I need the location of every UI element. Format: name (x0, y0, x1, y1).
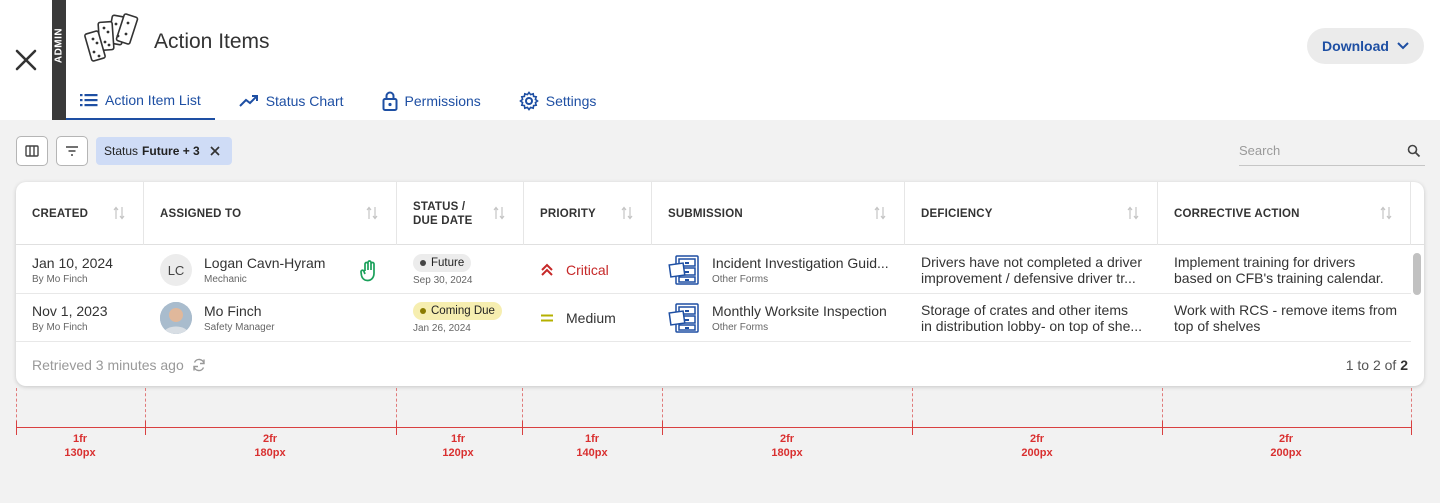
dimension-tick (16, 421, 17, 435)
priority-cell: Critical (524, 246, 652, 294)
admin-strip: ADMIN (52, 0, 66, 120)
admin-label: ADMIN (53, 27, 65, 64)
dimension-tick (145, 421, 146, 435)
column-header-status-due-date[interactable]: STATUS / DUE DATE (397, 182, 524, 245)
dimension-tick (522, 421, 523, 435)
column-header-created[interactable]: CREATED (16, 182, 144, 245)
tab-bar: Action Item List Status Chart Permission… (66, 82, 620, 120)
priority-cell: Medium (524, 294, 652, 342)
status-badge: Coming Due (413, 302, 502, 320)
column-header-deficiency[interactable]: DEFICIENCY (905, 182, 1158, 245)
search-icon[interactable] (1407, 144, 1421, 158)
sort-icon[interactable] (113, 205, 125, 221)
submission-cell[interactable]: Monthly Worksite Inspection Other Forms (652, 294, 905, 342)
column-dimension-label: 2fr 180px (254, 433, 286, 459)
status-badge: Future (413, 254, 472, 272)
retrieved-status: Retrieved 3 minutes ago (32, 357, 206, 373)
hand-raised-icon (360, 260, 375, 282)
column-dimension-label: 2fr 200px (1270, 433, 1302, 459)
table-footer: Retrieved 3 minutes ago 1 to 2 of 2 (16, 344, 1424, 386)
corrective-action-cell: Work with RCS - remove items from top of… (1174, 302, 1397, 334)
status-filter-chip[interactable]: Status Future + 3 (96, 137, 232, 165)
vertical-scrollbar[interactable] (1413, 253, 1421, 295)
avatar: LC (160, 254, 192, 286)
filter-icon (66, 146, 78, 156)
list-icon (80, 94, 98, 107)
gear-icon (518, 91, 539, 111)
app-header: ADMIN Action Items Download Action Item … (0, 0, 1440, 120)
trending-up-icon (238, 95, 258, 107)
tab-settings[interactable]: Settings (505, 82, 611, 120)
dimension-tick (1162, 421, 1163, 435)
sort-icon[interactable] (366, 205, 378, 221)
pagination-info: 1 to 2 of 2 (1345, 357, 1408, 373)
dimension-tick (1411, 421, 1412, 435)
chevron-double-up-icon (541, 263, 553, 276)
dimension-tick (396, 421, 397, 435)
assigned-to-cell: LC Logan Cavn-Hyram Mechanic (144, 246, 397, 294)
tab-label: Permissions (404, 93, 481, 109)
column-header-submission[interactable]: SUBMISSION (652, 182, 905, 245)
status-cell: Coming Due Jan 26, 2024 (397, 294, 524, 342)
sort-icon[interactable] (621, 205, 633, 221)
sort-icon[interactable] (493, 205, 505, 221)
sort-icon[interactable] (1380, 205, 1392, 221)
download-label: Download (1322, 38, 1389, 54)
table-header: CREATED ASSIGNED TO STATUS / DUE DATE PRI… (16, 182, 1424, 245)
column-header-priority[interactable]: PRIORITY (524, 182, 652, 245)
column-dimension-label: 1fr 140px (576, 433, 608, 459)
file-cabinet-icon (668, 255, 699, 285)
tab-status-chart[interactable]: Status Chart (225, 82, 358, 120)
search-input[interactable] (1239, 138, 1399, 162)
close-icon[interactable] (12, 46, 40, 74)
equals-icon (541, 314, 553, 322)
deficiency-cell: Drivers have not completed a driver impr… (921, 254, 1142, 286)
column-header-assigned-to[interactable]: ASSIGNED TO (144, 182, 397, 245)
table-row[interactable]: Nov 1, 2023 By Mo Finch Mo Finch Safety … (16, 294, 1411, 342)
columns-button[interactable] (16, 136, 48, 166)
created-cell: Jan 10, 2024 By Mo Finch (32, 255, 113, 285)
column-header-corrective-action[interactable]: CORRECTIVE ACTION (1158, 182, 1411, 245)
column-dimension-label: 2fr 180px (771, 433, 803, 459)
tab-label: Settings (545, 93, 597, 109)
action-items-table: CREATED ASSIGNED TO STATUS / DUE DATE PRI… (16, 182, 1424, 386)
column-dimension-label: 1fr 130px (64, 433, 96, 459)
columns-icon (25, 145, 39, 157)
tab-permissions[interactable]: Permissions (368, 82, 495, 120)
avatar (160, 302, 192, 334)
submission-cell[interactable]: Incident Investigation Guid... Other For… (652, 246, 905, 294)
search-box (1239, 138, 1425, 166)
corrective-action-cell: Implement training for drivers based on … (1174, 254, 1384, 286)
filter-key: Status (104, 144, 139, 158)
tab-label: Action Item List (105, 92, 201, 108)
created-cell: Nov 1, 2023 By Mo Finch (32, 303, 108, 333)
column-dimension-label: 2fr 200px (1021, 433, 1053, 459)
deficiency-cell: Storage of crates and other items in dis… (921, 302, 1143, 334)
table-row[interactable]: Jan 10, 2024 By Mo Finch LC Logan Cavn-H… (16, 246, 1411, 294)
download-button[interactable]: Download (1307, 28, 1424, 64)
filter-value: Future + 3 (142, 144, 200, 158)
dominoes-logo-icon (80, 12, 140, 70)
sort-icon[interactable] (1127, 205, 1139, 221)
sort-icon[interactable] (874, 205, 886, 221)
tab-action-item-list[interactable]: Action Item List (66, 82, 215, 120)
dimension-line (16, 427, 1412, 428)
tab-label: Status Chart (265, 93, 344, 109)
dimension-tick (912, 421, 913, 435)
chevron-down-icon (1397, 42, 1409, 50)
lock-icon (382, 91, 398, 111)
page-title: Action Items (154, 30, 270, 53)
status-cell: Future Sep 30, 2024 (397, 246, 524, 294)
column-dimension-label: 1fr 120px (442, 433, 474, 459)
refresh-icon[interactable] (192, 358, 206, 372)
close-icon[interactable] (208, 144, 222, 158)
file-cabinet-icon (668, 303, 699, 333)
filter-button[interactable] (56, 136, 88, 166)
dimension-tick (662, 421, 663, 435)
assigned-to-cell: Mo Finch Safety Manager (144, 294, 397, 342)
